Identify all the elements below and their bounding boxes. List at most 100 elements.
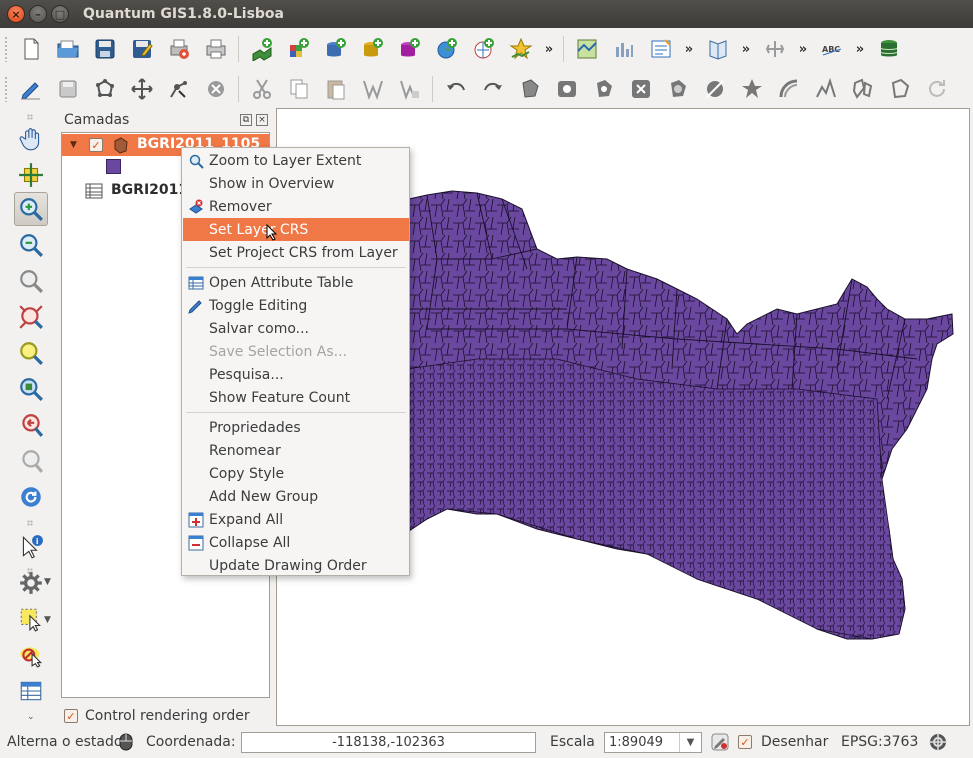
menu-item-add-new-group[interactable]: Add New Group: [183, 485, 409, 508]
menu-item-pesquisa[interactable]: Pesquisa...: [183, 363, 409, 386]
open-project-button[interactable]: [54, 35, 82, 63]
zoom-to-layer-button[interactable]: [14, 336, 48, 370]
map-tips-button[interactable]: [573, 35, 601, 63]
label-button[interactable]: ABC: [818, 35, 846, 63]
select-features-button[interactable]: [14, 602, 48, 636]
reshape-button[interactable]: [664, 75, 692, 103]
zoom-out-button[interactable]: [14, 228, 48, 262]
add-vector-layer-button[interactable]: [248, 35, 276, 63]
offset-curve-button[interactable]: [812, 75, 840, 103]
action-button[interactable]: [14, 566, 48, 600]
add-part-button[interactable]: [396, 75, 424, 103]
simplify-button[interactable]: [516, 75, 544, 103]
render-checkbox[interactable]: ✓: [738, 735, 752, 749]
cut-features-button[interactable]: [248, 75, 276, 103]
db-manager-button[interactable]: [875, 35, 903, 63]
layer-visibility-checkbox[interactable]: ✓: [89, 138, 103, 152]
more-tools-arrow[interactable]: ⌄: [27, 712, 35, 722]
deselect-button[interactable]: [14, 638, 48, 672]
add-wms-layer-button[interactable]: [433, 35, 461, 63]
minimize-window-button[interactable]: –: [29, 5, 47, 23]
copy-features-button[interactable]: [285, 75, 313, 103]
gps-tools-button[interactable]: [761, 35, 789, 63]
undo-button[interactable]: [442, 75, 470, 103]
action-dropdown-arrow[interactable]: ▼: [44, 577, 51, 587]
add-raster-layer-button[interactable]: [285, 35, 313, 63]
menu-item-salvar-como[interactable]: Salvar como...: [183, 317, 409, 340]
menu-item-expand-all[interactable]: Expand All: [183, 508, 409, 531]
menu-item-copy-style[interactable]: Copy Style: [183, 462, 409, 485]
mouse-toggle-icon[interactable]: [117, 733, 135, 751]
menu-item-update-drawing-order[interactable]: Update Drawing Order: [183, 554, 409, 577]
control-rendering-order-checkbox[interactable]: ✓: [64, 709, 78, 723]
menu-item-toggle-editing[interactable]: Toggle Editing: [183, 294, 409, 317]
close-window-button[interactable]: ×: [7, 5, 25, 23]
crs-globe-icon[interactable]: [928, 732, 948, 752]
close-panel-button[interactable]: ×: [256, 114, 268, 126]
zoom-in-button[interactable]: [14, 192, 48, 226]
zoom-last-button[interactable]: [14, 408, 48, 442]
annotation-button[interactable]: [647, 35, 675, 63]
delete-part-button[interactable]: [627, 75, 655, 103]
save-as-project-button[interactable]: [128, 35, 156, 63]
toolbar-grip[interactable]: [27, 520, 33, 526]
menu-item-collapse-all[interactable]: Collapse All: [183, 531, 409, 554]
add-mssql-layer-button[interactable]: [396, 35, 424, 63]
toolbar-overflow-button[interactable]: »: [853, 42, 867, 57]
identify-button[interactable]: i: [14, 530, 48, 564]
toolbar-overflow-button[interactable]: »: [796, 42, 810, 57]
split-parts-button[interactable]: [849, 75, 877, 103]
merge-features-button[interactable]: [738, 75, 766, 103]
pan-button[interactable]: [14, 122, 48, 156]
new-project-button[interactable]: [17, 35, 45, 63]
scale-dropdown-arrow[interactable]: ▼: [679, 733, 701, 752]
float-panel-button[interactable]: ⧉: [240, 114, 252, 126]
menu-item-propriedades[interactable]: Propriedades: [183, 416, 409, 439]
maximize-window-button[interactable]: □: [51, 5, 69, 23]
toolbar-grip[interactable]: [4, 76, 8, 102]
rotate-features-button[interactable]: [886, 75, 914, 103]
new-shapefile-button[interactable]: [507, 35, 535, 63]
menu-item-set-layer-crs[interactable]: Set Layer CRS: [183, 218, 409, 241]
menu-item-show-feature-count[interactable]: Show Feature Count: [183, 386, 409, 409]
rotate-point-button[interactable]: [775, 75, 803, 103]
move-feature-button[interactable]: [128, 75, 156, 103]
add-spatialite-layer-button[interactable]: [359, 35, 387, 63]
menu-item-set-project-crs-from-layer[interactable]: Set Project CRS from Layer: [183, 241, 409, 264]
print-button[interactable]: [202, 35, 230, 63]
layer-symbol-swatch[interactable]: [106, 159, 121, 174]
toolbar-overflow-button[interactable]: »: [682, 42, 696, 57]
select-dropdown-arrow[interactable]: ▼: [44, 615, 51, 625]
delete-selected-button[interactable]: [202, 75, 230, 103]
print-composer-button[interactable]: [165, 35, 193, 63]
delete-ring-button[interactable]: [590, 75, 618, 103]
zoom-next-button[interactable]: [14, 444, 48, 478]
menu-item-renomear[interactable]: Renomear: [183, 439, 409, 462]
paste-features-button[interactable]: [322, 75, 350, 103]
menu-item-open-attribute-table[interactable]: Open Attribute Table: [183, 271, 409, 294]
toolbar-grip[interactable]: [27, 114, 33, 120]
node-tool-button[interactable]: [165, 75, 193, 103]
menu-item-remover[interactable]: Remover: [183, 195, 409, 218]
save-project-button[interactable]: [91, 35, 119, 63]
zoom-native-button[interactable]: [14, 372, 48, 406]
zoom-full-button[interactable]: [14, 264, 48, 298]
pan-to-selection-button[interactable]: [14, 158, 48, 192]
statistics-button[interactable]: [610, 35, 638, 63]
save-edits-button[interactable]: [54, 75, 82, 103]
rotate-label-button[interactable]: [923, 75, 951, 103]
menu-item-zoom-to-layer-extent[interactable]: Zoom to Layer Extent: [183, 149, 409, 172]
redo-button[interactable]: [479, 75, 507, 103]
split-features-button[interactable]: [701, 75, 729, 103]
toggle-editing-button[interactable]: [17, 75, 45, 103]
attribute-table-button[interactable]: [14, 674, 48, 708]
fill-ring-button[interactable]: [553, 75, 581, 103]
toolbar-overflow-button[interactable]: »: [542, 42, 556, 57]
add-ring-button[interactable]: [359, 75, 387, 103]
help-button[interactable]: [704, 35, 732, 63]
coordinate-field[interactable]: -118138,-102363: [241, 732, 536, 753]
collapse-arrow-icon[interactable]: ▼: [70, 140, 77, 150]
refresh-button[interactable]: [14, 480, 48, 514]
add-feature-button[interactable]: [91, 75, 119, 103]
toolbar-grip[interactable]: [4, 36, 8, 62]
